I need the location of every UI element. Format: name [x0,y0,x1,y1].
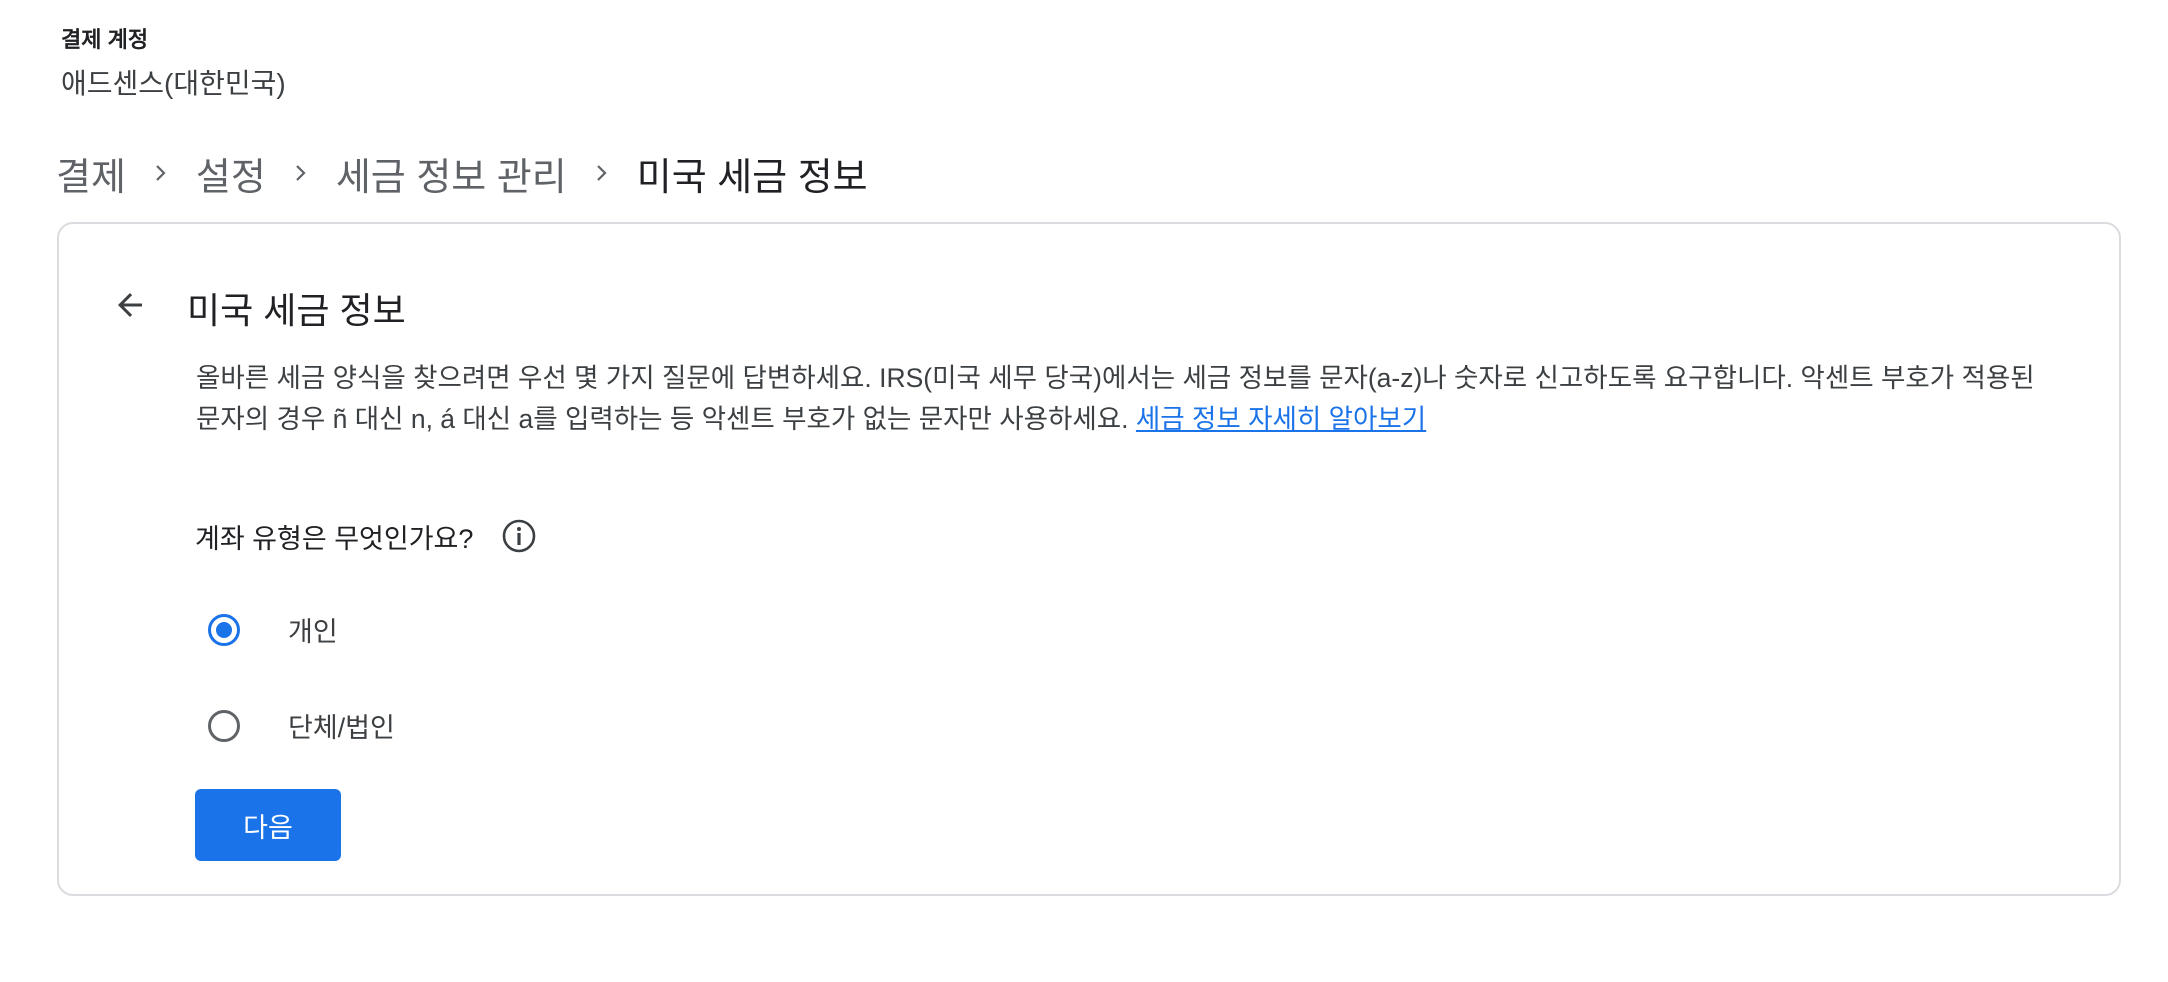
radio-label-individual: 개인 [288,617,338,647]
chevron-right-icon [266,153,336,193]
radio-button-entity[interactable] [208,709,240,742]
breadcrumb-item-payments[interactable]: 결제 [56,146,126,201]
breadcrumb-item-settings[interactable]: 설정 [196,146,266,201]
breadcrumb-item-manage-tax-info[interactable]: 세금 정보 관리 [336,146,567,201]
back-button[interactable] [104,279,156,331]
radio-label-entity: 단체/법인 [288,713,395,743]
question-label: 계좌 유형은 무엇인가요? [195,523,474,554]
description-body: 올바른 세금 양식을 찾으려면 우선 몇 가지 질문에 답변하세요. IRS(미… [196,363,2035,434]
breadcrumb: 결제 설정 세금 정보 관리 미국 세금 정보 [56,146,868,201]
card-title: 미국 세금 정보 [187,290,406,331]
radio-dot [216,621,232,638]
radio-option-individual[interactable]: 개인 [208,610,338,649]
learn-more-link[interactable]: 세금 정보 자세히 알아보기 [1136,404,1426,434]
chevron-right-icon [567,153,637,193]
info-icon[interactable] [499,516,539,556]
description-text: 올바른 세금 양식을 찾으려면 우선 몇 가지 질문에 답변하세요. IRS(미… [196,358,2056,440]
account-type-question: 계좌 유형은 무엇인가요? [195,514,539,558]
radio-button-individual[interactable] [208,613,240,646]
account-label: 결제 계정 [61,27,149,52]
breadcrumb-item-us-tax-info: 미국 세금 정보 [636,156,868,199]
arrow-back-icon [112,287,148,323]
radio-option-entity[interactable]: 단체/법인 [208,706,395,745]
chevron-right-icon [126,153,196,193]
account-name: 애드센스(대한민국) [61,68,286,99]
next-button[interactable]: 다음 [195,789,341,861]
